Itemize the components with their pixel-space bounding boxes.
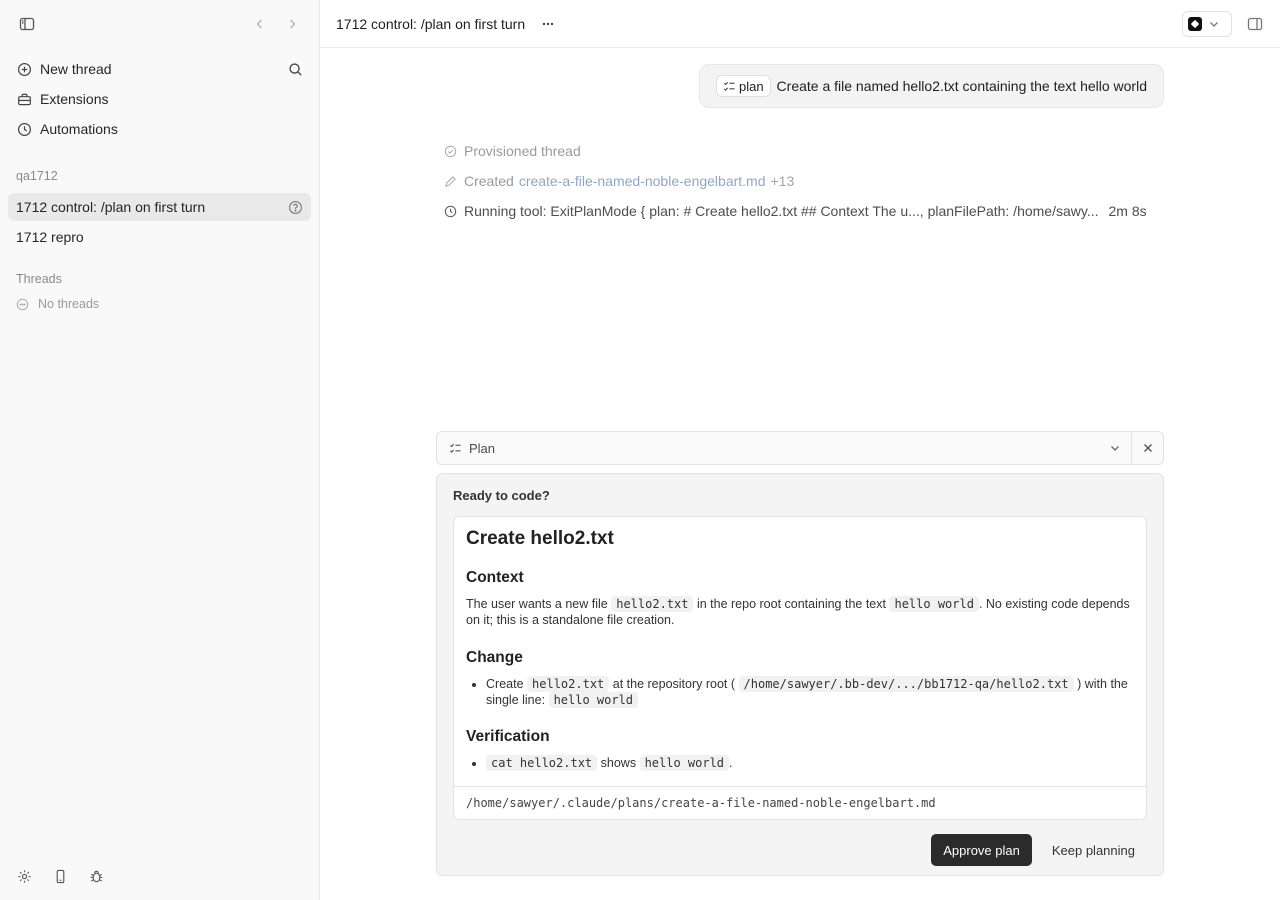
change-list: Create hello2.txt at the repository root… xyxy=(466,676,1134,708)
activity-log: Provisioned thread Created create-a-file… xyxy=(444,136,1164,226)
status-circle-icon xyxy=(444,144,458,158)
plan-chip-label: plan xyxy=(738,78,764,94)
checklist-icon xyxy=(449,442,462,455)
verification-heading: Verification xyxy=(466,728,550,745)
extensions-button[interactable]: Extensions xyxy=(8,84,311,114)
sidebar: New thread Extensions Automations qa1712 xyxy=(0,0,320,900)
no-threads-placeholder: No threads xyxy=(0,291,319,317)
sidebar-footer xyxy=(16,868,104,884)
plan-actions: Approve plan Keep planning xyxy=(453,834,1147,866)
model-selector[interactable] xyxy=(1182,10,1232,37)
running-tool-text: Running tool: ExitPlanMode { plan: # Cre… xyxy=(464,203,1099,219)
context-heading: Context xyxy=(466,569,524,586)
forward-arrow-icon[interactable] xyxy=(283,15,301,33)
search-icon[interactable] xyxy=(287,61,303,77)
chevron-down-icon xyxy=(1208,18,1220,30)
no-threads-label: No threads xyxy=(38,297,100,311)
activity-text: Created xyxy=(464,173,514,189)
empty-chat-icon xyxy=(16,297,30,311)
sidebar-menu: New thread Extensions Automations xyxy=(0,48,319,144)
workspace-label: qa1712 xyxy=(16,169,58,183)
verification-list: cat hello2.txt shows hello world. xyxy=(466,755,1134,771)
approve-plan-button[interactable]: Approve plan xyxy=(931,834,1032,866)
text: Create xyxy=(486,677,524,691)
created-file-link[interactable]: create-a-file-named-noble-engelbart.md xyxy=(519,173,766,189)
change-heading: Change xyxy=(466,649,523,666)
list-item: Create hello2.txt at the repository root… xyxy=(486,676,1134,708)
inline-code: cat hello2.txt xyxy=(486,755,598,771)
thread-title: 1712 control: /plan on first turn xyxy=(336,15,526,32)
clock-icon xyxy=(16,121,32,137)
text: at the repository root ( xyxy=(612,677,736,691)
text: . xyxy=(729,756,733,770)
activity-text: Provisioned thread xyxy=(464,143,581,159)
thread-label: 1712 control: /plan on first turn xyxy=(16,199,206,215)
collapse-chevron-icon[interactable] xyxy=(1099,432,1131,464)
extensions-label: Extensions xyxy=(40,91,109,107)
activity-row-running: Running tool: ExitPlanMode { plan: # Cre… xyxy=(444,196,1164,226)
mobile-device-icon[interactable] xyxy=(52,868,68,884)
automations-button[interactable]: Automations xyxy=(8,114,311,144)
model-logo-icon xyxy=(1188,16,1202,31)
user-message-bubble: plan Create a file named hello2.txt cont… xyxy=(698,64,1164,108)
plan-document-body[interactable]: Create hello2.txt Context The user wants… xyxy=(454,517,1146,787)
sidebar-thread-item-active[interactable]: 1712 control: /plan on first turn xyxy=(8,193,311,221)
elapsed-time: 2m 8s xyxy=(1108,203,1147,219)
new-thread-button[interactable]: New thread xyxy=(8,54,311,84)
inline-code: /home/sawyer/.bb-dev/.../bb1712-qa/hello… xyxy=(738,676,1074,692)
inline-code: hello world xyxy=(548,692,639,708)
text: in the repo root containing the text xyxy=(696,597,886,611)
pencil-icon xyxy=(444,174,458,188)
diff-count: +13 xyxy=(770,173,795,189)
threads-section-label: Threads xyxy=(16,272,62,286)
sidebar-thread-item[interactable]: 1712 repro xyxy=(8,223,311,251)
bug-icon[interactable] xyxy=(88,868,104,884)
new-thread-label: New thread xyxy=(40,61,112,77)
text: shows xyxy=(600,756,637,770)
main-pane: 1712 control: /plan on first turn plan C… xyxy=(320,0,1280,900)
back-arrow-icon[interactable] xyxy=(251,15,269,33)
toolbox-icon xyxy=(16,91,32,107)
thread-label: 1712 repro xyxy=(16,229,84,245)
checklist-icon xyxy=(723,80,736,93)
sidebar-header xyxy=(0,0,319,48)
plan-panel-title: Plan xyxy=(437,441,1099,456)
timer-icon xyxy=(444,204,458,218)
topbar: 1712 control: /plan on first turn xyxy=(320,0,1280,48)
plan-title: Create hello2.txt xyxy=(466,528,614,549)
settings-gear-icon[interactable] xyxy=(16,868,32,884)
help-circle-icon[interactable] xyxy=(287,199,303,215)
activity-row: Created create-a-file-named-noble-engelb… xyxy=(444,166,1164,196)
context-paragraph: The user wants a new file hello2.txt in … xyxy=(466,596,1134,628)
plan-panel-label: Plan xyxy=(469,440,496,456)
keep-planning-button[interactable]: Keep planning xyxy=(1040,834,1147,866)
app-window: New thread Extensions Automations qa1712 xyxy=(0,0,1280,900)
plus-circle-icon xyxy=(16,61,32,77)
plan-mode-chip: plan xyxy=(715,75,771,97)
sidebar-toggle-icon[interactable] xyxy=(18,15,36,33)
plan-document: Create hello2.txt Context The user wants… xyxy=(453,516,1147,820)
plan-panel-header[interactable]: Plan xyxy=(436,431,1164,465)
list-item: cat hello2.txt shows hello world. xyxy=(486,755,1134,771)
plan-file-path: /home/sawyer/.claude/plans/create-a-file… xyxy=(454,786,1146,819)
user-message-text: Create a file named hello2.txt containin… xyxy=(776,78,1147,94)
inline-code: hello2.txt xyxy=(527,676,610,692)
text: The user wants a new file xyxy=(466,597,608,611)
close-icon[interactable] xyxy=(1131,432,1163,464)
inline-code: hello world xyxy=(889,596,979,612)
automations-label: Automations xyxy=(40,121,118,137)
right-panel-toggle-icon[interactable] xyxy=(1246,15,1264,33)
plan-approval-panel: Ready to code? Create hello2.txt Context… xyxy=(436,473,1164,876)
ready-to-code-heading: Ready to code? xyxy=(453,488,550,503)
history-nav xyxy=(251,15,301,33)
more-options-icon[interactable] xyxy=(539,15,557,33)
inline-code: hello2.txt xyxy=(611,596,694,612)
inline-code: hello world xyxy=(639,755,730,771)
activity-row: Provisioned thread xyxy=(444,136,1164,166)
topbar-actions xyxy=(1182,10,1264,37)
